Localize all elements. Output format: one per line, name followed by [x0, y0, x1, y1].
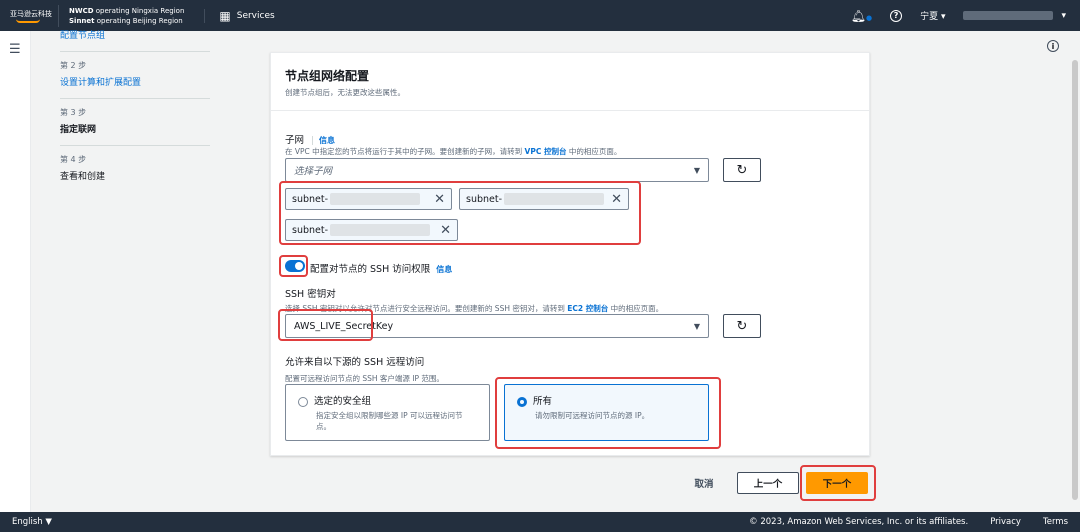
menu-icon[interactable]: ☰	[9, 42, 21, 57]
option-desc: 指定安全组以限制哪些源 IP 可以远程访问节点。	[316, 411, 463, 431]
previous-button[interactable]: 上一个	[737, 472, 799, 494]
side-rail: ☰	[0, 31, 31, 512]
ssh-toggle[interactable]	[285, 260, 305, 272]
token-label: subnet-	[292, 193, 329, 205]
logo-text: 亚马逊云科技	[10, 9, 52, 18]
region-select[interactable]: 宁夏 ▾	[920, 9, 945, 22]
region-op2: Sinnet	[69, 16, 95, 25]
caret-down-icon: ▼	[693, 321, 700, 331]
step-current: 指定联网	[60, 125, 97, 135]
refresh-icon: ↻	[736, 318, 748, 334]
desc-text: 中的相应页面。	[566, 147, 622, 156]
help-icon[interactable]: ?	[890, 9, 903, 22]
step-num: 第 4 步	[60, 155, 87, 164]
terms-link[interactable]: Terms	[1043, 517, 1068, 527]
copyright: © 2023, Amazon Web Services, Inc. or its…	[749, 517, 969, 527]
ssh-toggle-row: 配置对节点的 SSH 访问权限 信息	[310, 261, 452, 275]
step-label-4: 查看和创建	[60, 172, 106, 182]
highlight-box	[800, 465, 876, 501]
subnet-info-link[interactable]: 信息	[312, 136, 336, 145]
subnet-label-row: 子网 信息	[285, 128, 336, 147]
subnet-desc: 在 VPC 中指定您的节点将运行于其中的子网。要创建新的子网，请转到 VPC 控…	[285, 146, 621, 157]
step-num: 第 2 步	[60, 61, 87, 70]
step-link-2[interactable]: 设置计算和扩展配置	[60, 78, 141, 88]
ssh-info-link[interactable]: 信息	[436, 265, 452, 274]
vpc-console-link[interactable]: VPC 控制台	[525, 147, 567, 156]
source-desc: 配置可远程访问节点的 SSH 客户端源 IP 范围。	[285, 374, 444, 383]
keypair-label: SSH 密钥对	[285, 289, 336, 300]
cancel-button[interactable]: 取消	[684, 472, 724, 494]
footer: English ▼ © 2023, Amazon Web Services, I…	[0, 512, 1080, 532]
desc-text: 在 VPC 中指定您的节点将运行于其中的子网。要创建新的子网，请转到	[285, 147, 525, 156]
account-menu[interactable]: ▾	[963, 11, 1066, 21]
step-num: 第 3 步	[60, 108, 87, 117]
services-label: Services	[236, 10, 275, 21]
privacy-link[interactable]: Privacy	[990, 517, 1021, 527]
highlight-box	[278, 309, 373, 341]
highlight-box	[495, 377, 721, 449]
source-label: 允许来自以下源的 SSH 远程访问	[285, 357, 425, 368]
token-label: subnet-	[466, 193, 503, 205]
region-info: NWCD operating Ningxia Region Sinnet ope…	[58, 4, 194, 27]
region-line1: operating Ningxia Region	[93, 6, 185, 15]
info-icon[interactable]: i	[1047, 40, 1059, 52]
refresh-subnets-button[interactable]: ↻	[723, 158, 761, 182]
ec2-console-link[interactable]: EC2 控制台	[567, 304, 608, 313]
subnet-token: subnet- ✕	[459, 188, 629, 210]
refresh-keypairs-button[interactable]: ↻	[723, 314, 761, 338]
panel-title: 节点组网络配置	[285, 69, 370, 83]
refresh-icon: ↻	[736, 162, 748, 178]
subnet-token: subnet- ✕	[285, 188, 452, 210]
remove-icon[interactable]: ✕	[440, 223, 451, 238]
services-menu[interactable]: ▦ Services	[204, 8, 275, 23]
radio-unselected[interactable]	[298, 396, 308, 407]
subnet-select[interactable]: 选择子网 ▼	[285, 158, 709, 182]
top-nav: 亚马逊云科技 NWCD operating Ningxia Region Sin…	[0, 0, 1080, 31]
token-label: subnet-	[292, 224, 329, 236]
caret-down-icon: ▼	[693, 165, 700, 175]
panel-desc: 创建节点组后，无法更改这些属性。	[285, 88, 405, 97]
option-title: 选定的安全组	[314, 396, 372, 407]
language-select[interactable]: English ▼	[12, 517, 52, 527]
scrollbar[interactable]	[1072, 60, 1078, 500]
desc-text: 中的相应页面。	[608, 304, 664, 313]
region-op1: NWCD	[69, 6, 94, 15]
logo[interactable]: 亚马逊云科技	[0, 9, 58, 23]
bell-icon[interactable]: 🔔︎●	[851, 9, 872, 23]
ssh-toggle-label: 配置对节点的 SSH 访问权限	[310, 264, 431, 275]
remove-icon[interactable]: ✕	[434, 192, 445, 207]
step-link-1[interactable]: 配置节点组	[60, 31, 105, 41]
wizard-steps: 配置节点组 第 2 步设置计算和扩展配置 第 3 步指定联网 第 4 步查看和创…	[60, 31, 210, 192]
region-line2: operating Beijing Region	[94, 16, 183, 25]
grid-icon: ▦	[219, 8, 231, 23]
subnet-token: subnet- ✕	[285, 219, 458, 241]
subnet-placeholder: 选择子网	[294, 166, 333, 177]
remove-icon[interactable]: ✕	[611, 192, 622, 207]
option-security-group[interactable]: 选定的安全组指定安全组以限制哪些源 IP 可以远程访问节点。	[285, 384, 490, 441]
subnet-label: 子网	[285, 135, 305, 146]
